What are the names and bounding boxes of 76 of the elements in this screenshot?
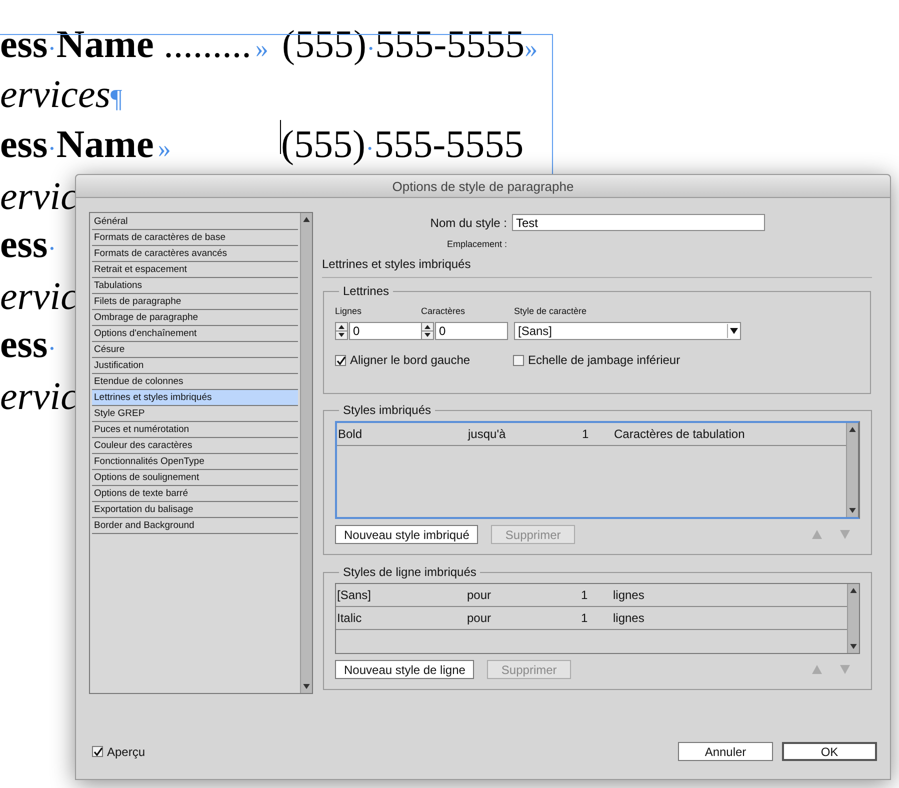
- document-text: ess·Name .........»: [0, 22, 268, 68]
- category-item[interactable]: Formats de caractères avancés: [92, 246, 298, 262]
- category-item[interactable]: Ombrage de paragraphe: [92, 310, 298, 326]
- style-dropdown[interactable]: [Sans]: [514, 322, 741, 340]
- category-item[interactable]: Général: [92, 214, 298, 230]
- category-item[interactable]: Tabulations: [92, 278, 298, 294]
- table-cell-text: jusqu'à: [468, 427, 507, 441]
- category-item[interactable]: Exportation du balisage: [92, 502, 298, 518]
- field-label: Emplacement :: [446, 239, 507, 249]
- category-item[interactable]: Fonctionnalités OpenType: [92, 454, 298, 470]
- table-cell: lignes: [613, 588, 644, 602]
- window-title: Options de style de paragraphe: [392, 178, 574, 194]
- table-cell-text: 1: [581, 611, 589, 625]
- document-text: ervic: [0, 274, 78, 320]
- field-label: Nom du style :: [429, 216, 507, 230]
- category-item[interactable]: Césure: [92, 342, 298, 358]
- scrollbar[interactable]: [300, 213, 312, 693]
- field-label: Caractères: [421, 306, 466, 318]
- category-item[interactable]: Retrait et espacement: [92, 262, 298, 278]
- number-field[interactable]: 0: [349, 322, 422, 340]
- category-item[interactable]: Border and Background: [92, 518, 298, 534]
- category-item[interactable]: Options de texte barré: [92, 486, 298, 502]
- button[interactable]: Annuler: [678, 742, 773, 761]
- category-item[interactable]: Couleur des caractères: [92, 438, 298, 454]
- table-cell-text: Italic: [337, 611, 363, 625]
- document-text: ess·: [0, 322, 56, 368]
- caret-icon: [730, 328, 738, 334]
- scroll-down-icon[interactable]: [303, 684, 310, 689]
- table-cell-text: Bold: [338, 427, 364, 441]
- button[interactable]: Nouveau style imbriqué: [335, 525, 478, 544]
- checkbox-label: Aligner le bord gauche: [350, 353, 470, 367]
- field-label: Style de caractère: [514, 306, 588, 318]
- scroll-up-icon[interactable]: [303, 217, 310, 222]
- category-item[interactable]: Options de soulignement: [92, 470, 298, 486]
- scroll-up-icon[interactable]: [849, 427, 856, 432]
- category-item[interactable]: Lettrines et styles imbriqués: [92, 390, 298, 406]
- scrollbar[interactable]: [847, 584, 859, 653]
- checkbox[interactable]: [513, 354, 524, 366]
- number-field[interactable]: 0: [435, 322, 508, 340]
- scroll-down-icon[interactable]: [849, 508, 856, 513]
- scrollbar[interactable]: [846, 423, 858, 517]
- table-cell-text: pour: [467, 611, 492, 625]
- scroll-down-icon[interactable]: [850, 644, 857, 649]
- section-title: Lettrines et styles imbriqués: [322, 257, 472, 271]
- table-cell: Caractères de tabulation: [614, 427, 745, 441]
- stepper-icon[interactable]: [335, 322, 348, 340]
- button[interactable]: Nouveau style de ligne: [335, 660, 474, 679]
- category-item[interactable]: Formats de caractères de base: [92, 230, 298, 246]
- table-cell-text: pour: [467, 588, 492, 602]
- category-item[interactable]: Justification: [92, 358, 298, 374]
- category-item[interactable]: Filets de paragraphe: [92, 294, 298, 310]
- button[interactable]: OK: [782, 742, 877, 761]
- group-title: Lettrines: [342, 284, 390, 298]
- checkbox[interactable]: [335, 354, 346, 366]
- group-title: Styles de ligne imbriqués: [342, 565, 478, 579]
- checkbox[interactable]: [92, 746, 103, 757]
- table-cell-text: 1: [582, 427, 590, 441]
- category-item[interactable]: Style GREP: [92, 406, 298, 422]
- document-text: ervic: [0, 374, 78, 420]
- category-item[interactable]: Puces et numérotation: [92, 422, 298, 438]
- stepper-icon[interactable]: [421, 322, 434, 340]
- checkbox-label: Aperçu: [107, 744, 146, 758]
- scroll-up-icon[interactable]: [850, 588, 857, 593]
- table-cell-text: [Sans]: [337, 588, 372, 602]
- document-text: ervic: [0, 174, 78, 220]
- table-cell: lignes: [613, 611, 644, 625]
- group-title: Styles imbriqués: [342, 403, 432, 417]
- category-item[interactable]: Options d'enchaînement: [92, 326, 298, 342]
- field-label: Lignes: [335, 306, 363, 318]
- style-name-field[interactable]: Test: [512, 214, 765, 231]
- document-text: ervices¶: [0, 72, 122, 118]
- document-text: (555)·555-5555: [281, 122, 524, 168]
- checkbox-label: Echelle de jambage inférieur: [528, 353, 680, 367]
- document-text: ess·Name»: [0, 122, 171, 168]
- table-cell-text: 1: [581, 588, 589, 602]
- document-text: ess·: [0, 222, 56, 268]
